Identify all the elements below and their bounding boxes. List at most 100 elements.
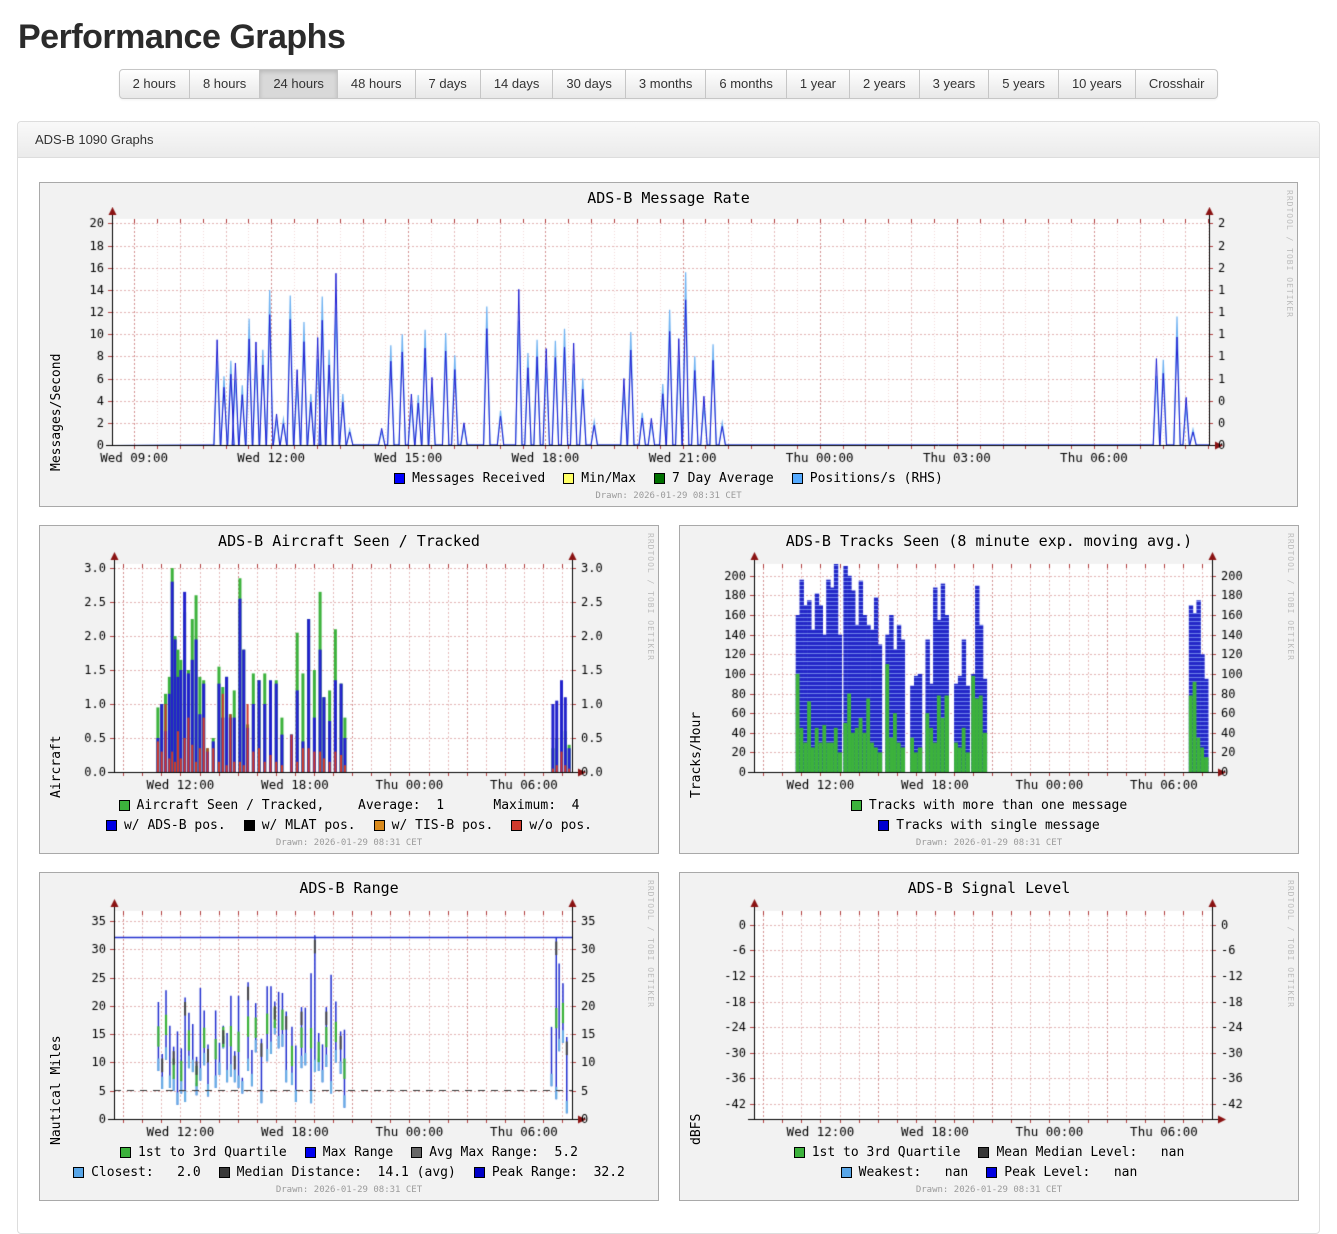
panel-body: ADS-B Message Rate Messages/Second RRDTO… <box>18 158 1319 1201</box>
time-range-toolbar: 2 hours 8 hours 24 hours 48 hours 7 days… <box>0 69 1337 99</box>
legend-item: Closest: 2.0 <box>73 1165 201 1180</box>
legend-swatch <box>563 473 574 484</box>
legend-label: 7 Day Average <box>672 471 774 486</box>
legend-item: Min/Max <box>563 471 636 486</box>
legend-label: Messages Received <box>412 471 545 486</box>
legend-label: w/ TIS-B pos. <box>392 818 494 833</box>
legend-label: w/o pos. <box>529 818 592 833</box>
legend-swatch <box>654 473 665 484</box>
legend-item: Aircraft Seen / Tracked, <box>119 798 341 813</box>
legend-label: Peak Range: 32.2 <box>492 1165 625 1180</box>
chart-row-1: ADS-B Message Rate Messages/Second RRDTO… <box>39 182 1298 507</box>
range-button-crosshair[interactable]: Crosshair <box>1135 69 1219 99</box>
aircraft-seen-chart-canvas <box>40 550 658 796</box>
legend-row: 1st to 3rd Quartile Max Range Avg Max Rang… <box>40 1143 658 1163</box>
chart-legend: Aircraft Seen / Tracked, Average: 1 Maxi… <box>40 796 658 836</box>
range-button-7-days[interactable]: 7 days <box>415 69 481 99</box>
range-button-5-years[interactable]: 5 years <box>988 69 1059 99</box>
legend-row: Messages ReceivedMin/Max7 Day AveragePos… <box>40 469 1297 489</box>
legend-row: Tracks with more than one message <box>680 796 1298 816</box>
legend-swatch <box>244 820 255 831</box>
legend-label: Closest: 2.0 <box>91 1165 201 1180</box>
chart-legend: 1st to 3rd Quartile Mean Median Level: na… <box>680 1143 1298 1183</box>
chart-title: ADS-B Aircraft Seen / Tracked <box>40 526 658 550</box>
legend-swatch <box>106 820 117 831</box>
legend-swatch <box>305 1147 316 1158</box>
page-title: Performance Graphs <box>18 18 1337 57</box>
legend-label: w/ MLAT pos. <box>262 818 356 833</box>
legend-swatch <box>794 1147 805 1158</box>
range-button-2-hours[interactable]: 2 hours <box>119 69 190 99</box>
range-button-24-hours[interactable]: 24 hours <box>259 69 338 99</box>
legend-item: 1st to 3rd Quartile <box>120 1145 287 1160</box>
chart-title: ADS-B Message Rate <box>40 183 1297 207</box>
range-button-6-months[interactable]: 6 months <box>705 69 786 99</box>
range-button-30-days[interactable]: 30 days <box>552 69 626 99</box>
range-button-10-years[interactable]: 10 years <box>1058 69 1136 99</box>
legend-swatch <box>411 1147 422 1158</box>
legend-label: Tracks with single message <box>896 818 1100 833</box>
legend-row: Tracks with single message <box>680 816 1298 836</box>
legend-item: Peak Level: nan <box>986 1165 1137 1180</box>
tracks-seen-chart-canvas <box>680 550 1298 796</box>
legend-swatch <box>73 1167 84 1178</box>
legend-swatch <box>120 1147 131 1158</box>
range-button-3-years[interactable]: 3 years <box>919 69 990 99</box>
legend-label: Mean Median Level: nan <box>996 1145 1184 1160</box>
legend-swatch <box>374 820 385 831</box>
y-axis-label: Messages/Second <box>49 209 64 471</box>
legend-item: Tracks with single message <box>878 818 1100 833</box>
legend-swatch <box>511 820 522 831</box>
range-button-14-days[interactable]: 14 days <box>480 69 554 99</box>
y-axis-label: Tracks/Hour <box>689 552 704 798</box>
signal-level-chart-canvas <box>680 897 1298 1143</box>
legend-label: Maximum: 4 <box>493 798 579 813</box>
legend-swatch <box>851 800 862 811</box>
rrdtool-watermark: RRDTOOL / TOBI OETIKER <box>646 533 655 661</box>
range-graph: ADS-B Range Nautical Miles RRDTOOL / TOB… <box>39 872 659 1201</box>
chart-row-3: ADS-B Range Nautical Miles RRDTOOL / TOB… <box>39 872 1298 1201</box>
legend-row: Weakest: nan Peak Level: nan <box>680 1163 1298 1183</box>
range-button-1-year[interactable]: 1 year <box>786 69 850 99</box>
drawn-timestamp: Drawn: 2026-01-29 08:31 CET <box>680 836 1298 853</box>
range-button-3-months[interactable]: 3 months <box>625 69 706 99</box>
legend-item: Tracks with more than one message <box>851 798 1127 813</box>
legend-label: Tracks with more than one message <box>869 798 1127 813</box>
legend-item: 1st to 3rd Quartile <box>794 1145 961 1160</box>
legend-swatch <box>119 800 130 811</box>
legend-label: Weakest: nan <box>859 1165 969 1180</box>
legend-item: Max Range <box>305 1145 393 1160</box>
tracks-seen-graph: ADS-B Tracks Seen (8 minute exp. moving … <box>679 525 1299 854</box>
aircraft-seen-graph: ADS-B Aircraft Seen / Tracked Aircraft R… <box>39 525 659 854</box>
legend-item: w/ TIS-B pos. <box>374 818 494 833</box>
legend-item: Peak Range: 32.2 <box>474 1165 625 1180</box>
legend-item: 7 Day Average <box>654 471 774 486</box>
range-button-2-years[interactable]: 2 years <box>849 69 920 99</box>
legend-swatch <box>394 473 405 484</box>
signal-level-graph: ADS-B Signal Level dBFS RRDTOOL / TOBI O… <box>679 872 1299 1201</box>
legend-item: Maximum: 4 <box>493 798 579 813</box>
legend-label: Avg Max Range: 5.2 <box>429 1145 578 1160</box>
drawn-timestamp: Drawn: 2026-01-29 08:31 CET <box>40 836 658 853</box>
legend-row: 1st to 3rd Quartile Mean Median Level: na… <box>680 1143 1298 1163</box>
legend-item: Average: 1 <box>358 798 475 813</box>
legend-label: Peak Level: nan <box>1004 1165 1137 1180</box>
time-range-button-group: 2 hours 8 hours 24 hours 48 hours 7 days… <box>119 69 1219 99</box>
legend-swatch <box>841 1167 852 1178</box>
range-button-48-hours[interactable]: 48 hours <box>337 69 416 99</box>
legend-row: w/ ADS-B pos. w/ MLAT pos. w/ TIS-B pos. w/… <box>40 816 658 836</box>
range-button-8-hours[interactable]: 8 hours <box>189 69 260 99</box>
legend-item: Avg Max Range: 5.2 <box>411 1145 578 1160</box>
legend-item: w/ MLAT pos. <box>244 818 356 833</box>
message-rate-graph: ADS-B Message Rate Messages/Second RRDTO… <box>39 182 1298 507</box>
legend-swatch <box>878 820 889 831</box>
rrdtool-watermark: RRDTOOL / TOBI OETIKER <box>1286 880 1295 1008</box>
legend-swatch <box>792 473 803 484</box>
page: Performance Graphs 2 hours 8 hours 24 ho… <box>0 18 1337 1234</box>
legend-label: w/ ADS-B pos. <box>124 818 226 833</box>
message-rate-chart-canvas <box>40 207 1297 469</box>
y-axis-label: Aircraft <box>49 552 64 798</box>
legend-label: Aircraft Seen / Tracked, <box>137 798 341 813</box>
chart-legend: 1st to 3rd Quartile Max Range Avg Max Rang… <box>40 1143 658 1183</box>
chart-title: ADS-B Signal Level <box>680 873 1298 897</box>
